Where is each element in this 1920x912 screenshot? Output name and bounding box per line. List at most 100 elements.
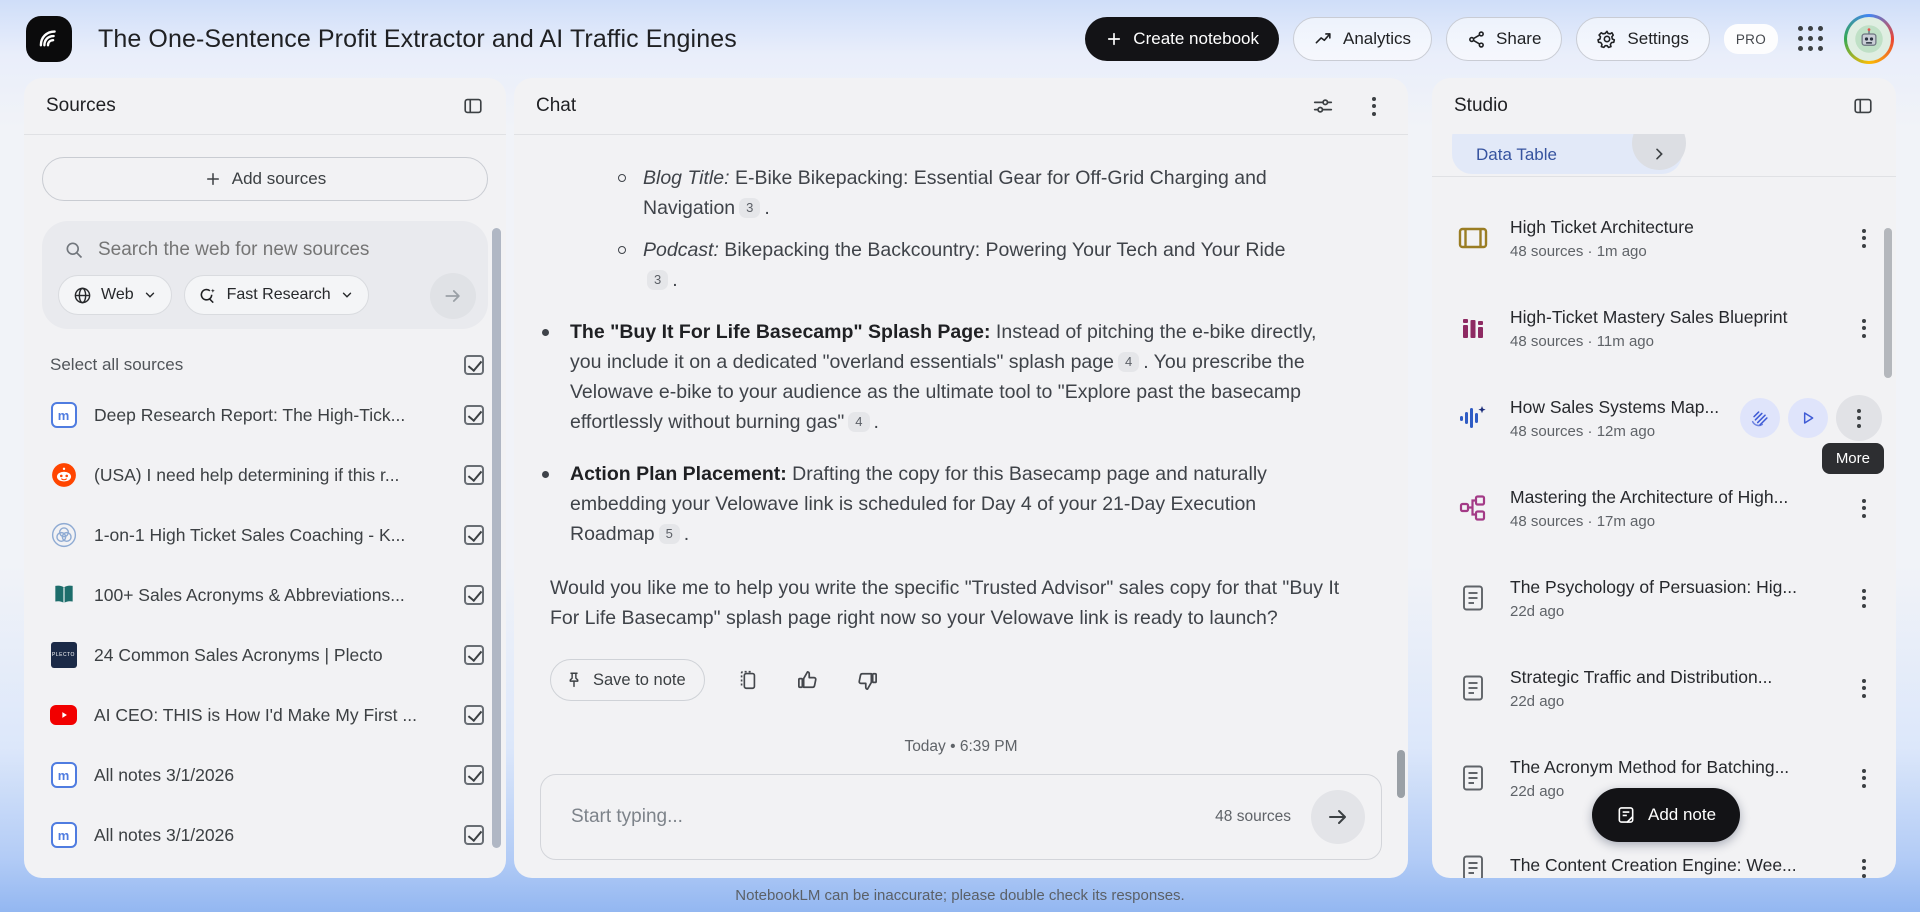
play-button[interactable] xyxy=(1788,398,1828,438)
chat-input[interactable] xyxy=(571,806,1195,828)
chat-bullet: Action Plan Placement: Drafting the copy… xyxy=(542,459,1372,549)
youtube-icon xyxy=(50,705,77,725)
source-checkbox[interactable] xyxy=(464,645,484,665)
studio-scrollbar[interactable] xyxy=(1884,228,1892,378)
note-add-icon xyxy=(1616,805,1636,825)
source-count: 48 sources xyxy=(1215,808,1291,826)
item-more-icon[interactable] xyxy=(1846,580,1882,616)
google-apps-icon[interactable] xyxy=(1798,26,1824,52)
gear-icon xyxy=(1597,29,1617,49)
thumbs-down-icon[interactable] xyxy=(851,663,885,697)
web-search-box: Web Fast Research xyxy=(42,221,488,329)
source-row[interactable]: AI CEO: THIS is How I'd Make My First ..… xyxy=(50,685,484,745)
item-more-icon[interactable] xyxy=(1846,220,1882,256)
studio-item[interactable]: High-Ticket Mastery Sales Blueprint 48 s… xyxy=(1456,291,1882,365)
send-button[interactable] xyxy=(1311,790,1365,844)
web-filter-dropdown[interactable]: Web xyxy=(58,275,172,315)
item-more-icon[interactable] xyxy=(1846,490,1882,526)
item-more-icon[interactable] xyxy=(1846,760,1882,796)
plus-icon xyxy=(1105,30,1123,48)
collapse-panel-icon[interactable] xyxy=(1852,95,1874,117)
source-checkbox[interactable] xyxy=(464,705,484,725)
citation-badge[interactable]: 4 xyxy=(848,412,869,432)
citation-badge[interactable]: 5 xyxy=(659,524,680,544)
play-icon xyxy=(1800,410,1816,426)
pin-icon xyxy=(565,671,583,689)
thumbs-up-icon[interactable] xyxy=(791,663,825,697)
chat-settings-icon[interactable] xyxy=(1312,95,1334,117)
sources-list: m Deep Research Report: The High-Tick...… xyxy=(24,383,506,865)
select-all-checkbox[interactable] xyxy=(464,355,484,375)
search-submit-button[interactable] xyxy=(430,273,476,319)
studio-item[interactable]: Strategic Traffic and Distribution... 22… xyxy=(1456,651,1882,725)
studio-item[interactable]: High Ticket Architecture 48 sources · 1m… xyxy=(1456,201,1882,275)
source-row[interactable]: 100+ Sales Acronyms & Abbreviations... xyxy=(50,565,484,625)
studio-list: High Ticket Architecture 48 sources · 1m… xyxy=(1432,177,1896,878)
citation-badge[interactable]: 4 xyxy=(1118,352,1139,372)
disclaimer-text: NotebookLM can be inaccurate; please dou… xyxy=(0,887,1920,912)
citation-badge[interactable]: 3 xyxy=(739,198,760,218)
source-checkbox[interactable] xyxy=(464,465,484,485)
sources-panel-title: Sources xyxy=(46,95,116,117)
share-button[interactable]: Share xyxy=(1446,17,1562,61)
item-more-icon[interactable] xyxy=(1846,850,1882,878)
chat-scrollbar[interactable] xyxy=(1397,750,1405,798)
trending-up-icon xyxy=(1314,30,1333,49)
studio-item[interactable]: How Sales Systems Map... 48 sources · 12… xyxy=(1456,381,1882,455)
studio-item[interactable]: Mastering the Architecture of High... 48… xyxy=(1456,471,1882,545)
add-note-button[interactable]: Add note xyxy=(1592,788,1740,842)
source-row[interactable]: 1-on-1 High Ticket Sales Coaching - K... xyxy=(50,505,484,565)
add-sources-button[interactable]: Add sources xyxy=(42,157,488,201)
source-checkbox[interactable] xyxy=(464,405,484,425)
collapse-panel-icon[interactable] xyxy=(462,95,484,117)
reddit-icon xyxy=(50,462,77,489)
analytics-button[interactable]: Analytics xyxy=(1293,17,1432,61)
source-row[interactable]: m Deep Research Report: The High-Tick... xyxy=(50,385,484,445)
chat-closing-paragraph: Would you like me to help you write the … xyxy=(542,573,1362,633)
citation-badge[interactable]: 3 xyxy=(647,270,668,290)
studio-panel: Studio Data Table High Ticket Architectu… xyxy=(1432,78,1896,878)
settings-button[interactable]: Settings xyxy=(1576,17,1709,61)
table-frame-icon xyxy=(1456,226,1490,250)
chat-sub-bullet: Blog Title: E-Bike Bikepacking: Essentia… xyxy=(542,163,1372,223)
copy-icon[interactable] xyxy=(731,663,765,697)
source-checkbox[interactable] xyxy=(464,585,484,605)
chat-sub-bullet: Podcast: Bikepacking the Backcountry: Po… xyxy=(542,235,1372,295)
interactive-mode-button[interactable] xyxy=(1740,398,1780,438)
search-input[interactable] xyxy=(98,239,398,261)
flowchart-icon xyxy=(1456,494,1490,522)
source-row[interactable]: m All notes 3/1/2026 xyxy=(50,745,484,805)
notebooklm-doc-icon: m xyxy=(51,762,77,788)
notebook-title[interactable]: The One-Sentence Profit Extractor and AI… xyxy=(98,25,737,54)
studio-chip-strip: Data Table xyxy=(1432,134,1896,176)
venn-circles-icon xyxy=(50,522,77,549)
pro-badge: PRO xyxy=(1724,24,1778,54)
studio-item[interactable]: The Psychology of Persuasion: Hig... 22d… xyxy=(1456,561,1882,635)
sparkle-search-icon xyxy=(199,286,218,305)
source-row[interactable]: (USA) I need help determining if this r.… xyxy=(50,445,484,505)
chat-more-icon[interactable] xyxy=(1362,94,1386,118)
source-row[interactable]: PLECTO 24 Common Sales Acronyms | Plecto xyxy=(50,625,484,685)
arrow-right-icon xyxy=(443,286,463,306)
robot-avatar-icon xyxy=(1854,24,1884,54)
search-icon xyxy=(64,240,84,260)
item-more-button[interactable] xyxy=(1836,395,1882,441)
source-checkbox[interactable] xyxy=(464,765,484,785)
chevron-right-icon xyxy=(1651,146,1667,162)
sources-scrollbar[interactable] xyxy=(492,228,501,848)
research-mode-dropdown[interactable]: Fast Research xyxy=(184,275,369,315)
chat-panel-title: Chat xyxy=(536,95,576,117)
source-checkbox[interactable] xyxy=(464,825,484,845)
plus-icon xyxy=(204,170,222,188)
chat-panel: Chat Blog Title: E-Bike Bikepacking: Ess… xyxy=(514,78,1408,878)
save-to-note-button[interactable]: Save to note xyxy=(550,659,705,701)
avatar[interactable] xyxy=(1844,14,1894,64)
item-more-icon[interactable] xyxy=(1846,670,1882,706)
plecto-icon: PLECTO xyxy=(51,642,77,668)
source-row[interactable]: m All notes 3/1/2026 xyxy=(50,805,484,865)
notebooklm-logo-icon[interactable] xyxy=(26,16,72,62)
source-checkbox[interactable] xyxy=(464,525,484,545)
create-notebook-button[interactable]: Create notebook xyxy=(1085,17,1279,61)
item-more-icon[interactable] xyxy=(1846,310,1882,346)
more-tooltip: More xyxy=(1822,443,1884,474)
